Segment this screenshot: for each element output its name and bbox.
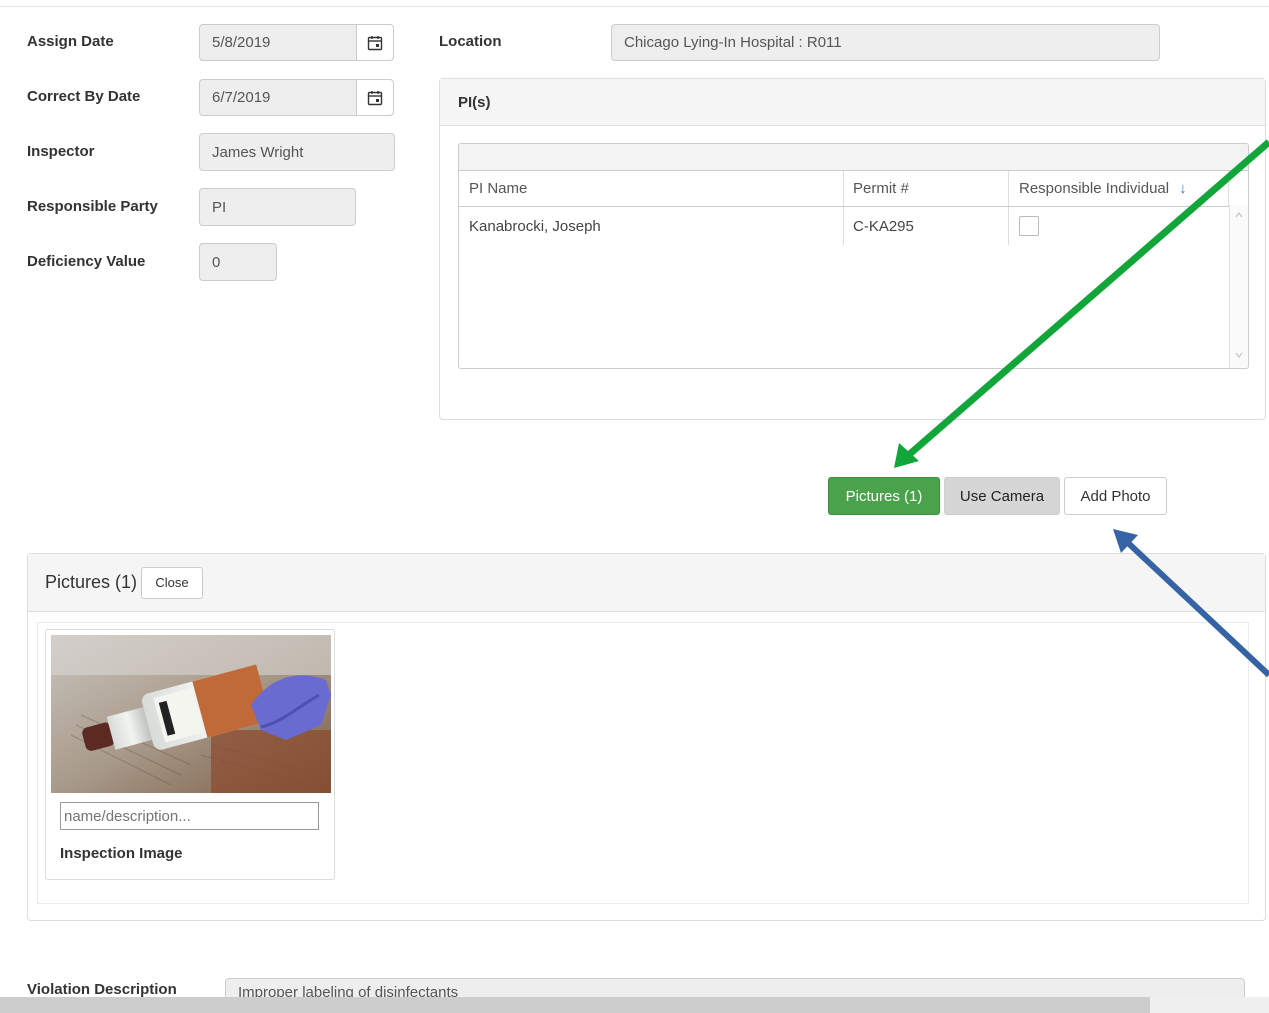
use-camera-button[interactable]: Use Camera (944, 477, 1060, 515)
inspector-label: Inspector (27, 143, 95, 160)
deficiency-value-label: Deficiency Value (27, 253, 146, 270)
col-responsible-individual[interactable]: Responsible Individual ↓ (1009, 171, 1229, 206)
assign-date-value[interactable]: 5/8/2019 (200, 25, 357, 60)
green-arrow-head (894, 443, 919, 468)
violation-description-label: Violation Description (27, 981, 177, 998)
add-photo-button[interactable]: Add Photo (1064, 477, 1167, 515)
calendar-icon[interactable] (357, 80, 393, 115)
responsible-party-label: Responsible Party (27, 198, 158, 215)
image-caption: Inspection Image (60, 845, 183, 862)
sort-down-icon[interactable]: ↓ (1179, 180, 1187, 197)
pictures-button[interactable]: Pictures (1) (828, 477, 940, 515)
table-row[interactable]: Kanabrocki, Joseph C-KA295 (459, 207, 1248, 245)
location-label: Location (439, 33, 502, 50)
calendar-icon[interactable] (357, 25, 393, 60)
picture-card: Inspection Image (45, 629, 335, 880)
assign-date-field[interactable]: 5/8/2019 (199, 24, 394, 61)
responsible-checkbox[interactable] (1019, 216, 1039, 236)
col-responsible-label: Responsible Individual (1019, 180, 1170, 197)
responsible-party-field[interactable]: PI (199, 188, 356, 226)
inspection-photo[interactable] (51, 635, 331, 793)
grid-header: PI Name Permit # Responsible Individual … (459, 171, 1248, 207)
responsible-cell (1009, 207, 1229, 245)
location-field[interactable]: Chicago Lying-In Hospital : R011 (611, 24, 1160, 61)
pis-panel-title: PI(s) (458, 93, 491, 111)
grid-toolbar (459, 144, 1248, 171)
close-button[interactable]: Close (141, 566, 204, 599)
correct-by-date-field[interactable]: 6/7/2019 (199, 79, 394, 116)
pi-grid: PI Name Permit # Responsible Individual … (458, 143, 1249, 369)
assign-date-label: Assign Date (27, 33, 114, 50)
page-horizontal-scrollbar[interactable] (0, 997, 1269, 1013)
permit-cell: C-KA295 (844, 207, 1009, 245)
col-pi-name[interactable]: PI Name (459, 171, 844, 206)
inspector-field[interactable]: James Wright (199, 133, 395, 171)
correct-by-date-label: Correct By Date (27, 88, 141, 105)
pis-panel: PI(s) PI Name Permit # Responsible Indiv… (439, 78, 1266, 420)
col-permit[interactable]: Permit # (844, 171, 1009, 206)
scrollbar-thumb[interactable] (0, 997, 1150, 1013)
top-edge (0, 0, 1269, 7)
deficiency-value-field[interactable]: 0 (199, 243, 277, 281)
description-input[interactable] (60, 802, 319, 830)
correct-by-date-value[interactable]: 6/7/2019 (200, 80, 357, 115)
pictures-panel-title: Pictures (1) (45, 572, 138, 592)
grid-vertical-scrollbar[interactable] (1229, 205, 1248, 368)
blue-arrow-head (1113, 529, 1138, 553)
pi-name-cell: Kanabrocki, Joseph (459, 207, 844, 245)
